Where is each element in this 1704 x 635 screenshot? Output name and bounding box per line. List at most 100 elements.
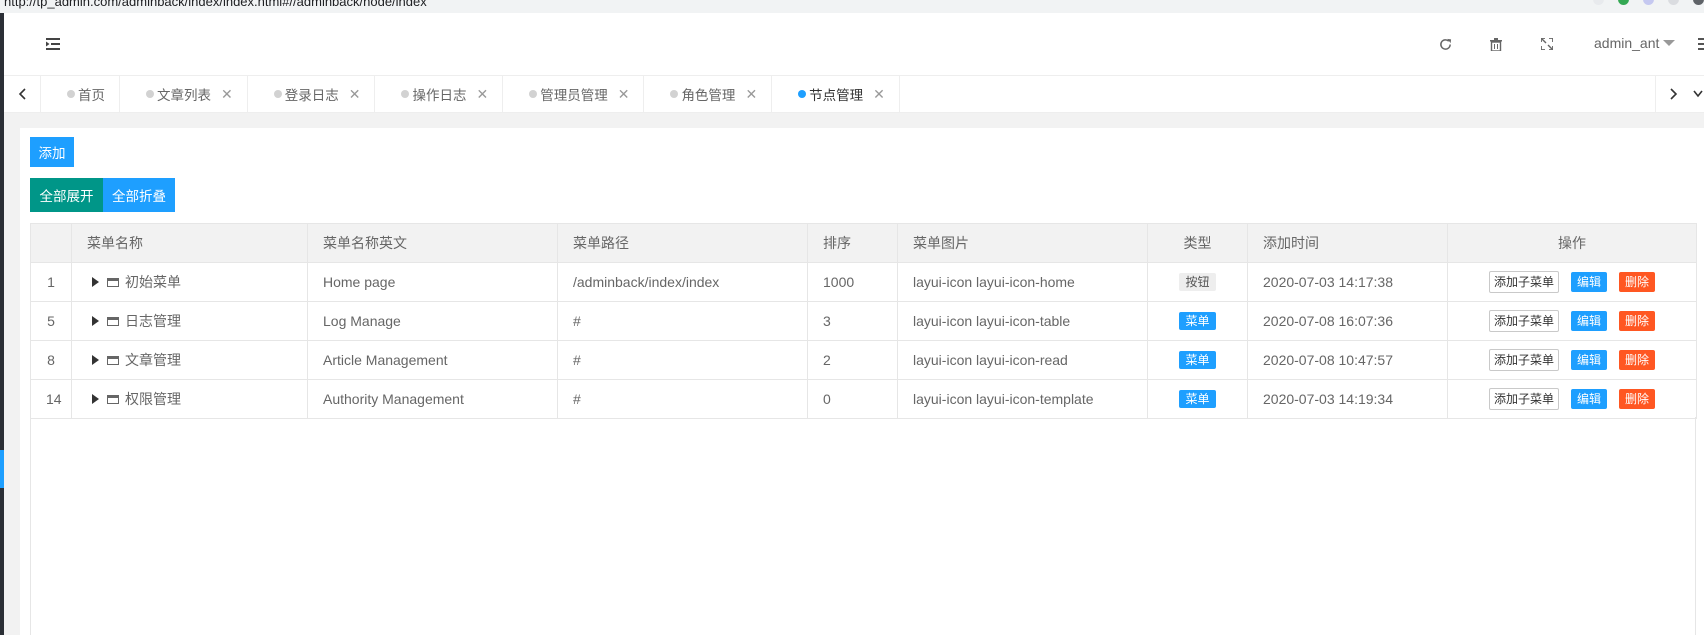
- node-table: 菜单名称 菜单名称英文 菜单路径 排序 菜单图片 类型 添加时间 操作 1 初始菜单 Home p…: [30, 223, 1697, 419]
- tab-label: 管理员管理: [540, 88, 608, 103]
- refresh-icon[interactable]: [1436, 35, 1454, 53]
- menu-path: #: [557, 301, 808, 341]
- menu-path: #: [557, 340, 808, 380]
- menu-name-cell: 初始菜单: [71, 262, 308, 302]
- top-header: admin_ant: [4, 13, 1704, 76]
- column-header: 操作: [1447, 223, 1697, 263]
- menu-icon-class: layui-icon layui-icon-read: [897, 340, 1148, 380]
- tab-status-dot-icon: [670, 90, 679, 98]
- created-time: 2020-07-08 16:07:36: [1247, 301, 1448, 341]
- expand-arrow-icon[interactable]: [92, 355, 99, 365]
- menu-icon-class: layui-icon layui-icon-template: [897, 379, 1148, 419]
- tab-status-dot-icon: [401, 90, 410, 98]
- tab-scroll-right-button[interactable]: [1655, 76, 1692, 112]
- menu-name-cell: 权限管理: [71, 379, 308, 419]
- type-badge: 菜单: [1179, 351, 1216, 369]
- menu-icon-class: layui-icon layui-icon-home: [897, 262, 1148, 302]
- tab-item[interactable]: 文章列表 ✕: [120, 76, 248, 112]
- menu-name: 权限管理: [125, 391, 181, 407]
- close-icon[interactable]: ✕: [349, 87, 361, 101]
- close-icon[interactable]: ✕: [745, 87, 757, 101]
- menu-fold-icon[interactable]: [44, 35, 62, 53]
- edit-button[interactable]: 编辑: [1570, 389, 1607, 409]
- delete-button[interactable]: 删除: [1619, 389, 1656, 409]
- more-icon[interactable]: [1692, 35, 1704, 53]
- tab-dropdown-button[interactable]: [1692, 76, 1704, 112]
- browser-url[interactable]: http://tp_admin.com/adminback/index/inde…: [4, 0, 427, 9]
- menu-sort: 0: [807, 379, 898, 419]
- edit-button[interactable]: 编辑: [1570, 311, 1607, 331]
- menu-path: #: [557, 379, 808, 419]
- tab-scroll-left-button[interactable]: [4, 76, 41, 112]
- expand-arrow-icon[interactable]: [92, 316, 99, 326]
- tab-label: 角色管理: [681, 88, 736, 103]
- table-row: 5 日志管理 Log Manage #3 layui-icon layui-icon-t…: [30, 301, 1697, 341]
- delete-button[interactable]: 删除: [1619, 350, 1656, 370]
- add-child-menu-button[interactable]: 添加子菜单: [1488, 310, 1559, 332]
- add-child-menu-button[interactable]: 添加子菜单: [1488, 349, 1559, 371]
- column-header: 排序: [807, 223, 898, 263]
- tab-item[interactable]: 操作日志 ✕: [375, 76, 504, 112]
- row-id: 1: [30, 262, 72, 302]
- table-empty-area: [30, 417, 1696, 635]
- fullscreen-icon[interactable]: [1538, 35, 1556, 53]
- type-cell: 菜单: [1147, 340, 1248, 380]
- column-header: 添加时间: [1247, 223, 1448, 263]
- close-icon[interactable]: ✕: [221, 87, 233, 101]
- close-icon[interactable]: ✕: [476, 87, 488, 101]
- column-header: 菜单名称: [71, 223, 308, 263]
- expand-arrow-icon[interactable]: [92, 277, 99, 287]
- table-row: 1 初始菜单 Home page/adminback/index/index 1000…: [30, 262, 1697, 302]
- user-menu[interactable]: admin_ant: [1594, 35, 1676, 51]
- edit-button[interactable]: 编辑: [1570, 272, 1607, 292]
- actions-cell: 添加子菜单 编辑 删除: [1447, 379, 1697, 419]
- tab-label: 操作日志: [412, 88, 467, 103]
- actions-cell: 添加子菜单 编辑 删除: [1447, 340, 1697, 380]
- browser-url-bar[interactable]: http://tp_admin.com/adminback/index/inde…: [0, 0, 1704, 13]
- table-row: 8 文章管理 Article Management #2 layui-icon layu…: [30, 340, 1697, 380]
- expand-arrow-icon[interactable]: [92, 394, 99, 404]
- tab-item[interactable]: 角色管理 ✕: [644, 76, 773, 112]
- row-id: 8: [30, 340, 72, 380]
- expand-all-button[interactable]: 全部展开: [30, 178, 103, 212]
- delete-button[interactable]: 删除: [1619, 311, 1656, 331]
- tab-label: 首页: [78, 88, 105, 103]
- column-header: [30, 223, 72, 263]
- tab-item[interactable]: 管理员管理 ✕: [503, 76, 645, 112]
- tab-item[interactable]: 首页: [41, 76, 120, 112]
- add-child-menu-button[interactable]: 添加子菜单: [1488, 388, 1559, 410]
- tab-label: 登录日志: [284, 88, 339, 103]
- type-badge: 菜单: [1179, 390, 1216, 408]
- column-header: 菜单名称英文: [307, 223, 558, 263]
- edit-button[interactable]: 编辑: [1570, 350, 1607, 370]
- close-icon[interactable]: ✕: [618, 87, 630, 101]
- delete-button[interactable]: 删除: [1619, 272, 1656, 292]
- chevron-left-icon: [18, 88, 26, 100]
- type-cell: 按钮: [1147, 262, 1248, 302]
- add-child-menu-button[interactable]: 添加子菜单: [1488, 271, 1559, 293]
- table-row: 14 权限管理 Authority Management #0 layui-icon l…: [30, 379, 1697, 419]
- trash-icon[interactable]: [1487, 35, 1505, 53]
- column-header: 类型: [1147, 223, 1248, 263]
- menu-sort: 1000: [807, 262, 898, 302]
- menu-name-en: Article Management: [307, 340, 558, 380]
- type-badge: 菜单: [1179, 312, 1216, 330]
- collapse-all-button[interactable]: 全部折叠: [103, 178, 175, 212]
- tab-status-dot-icon: [146, 90, 154, 98]
- column-header: 菜单路径: [557, 223, 808, 263]
- column-header: 菜单图片: [897, 223, 1148, 263]
- close-icon[interactable]: ✕: [873, 87, 885, 101]
- tab-list: 首页 文章列表 ✕ 登录日志 ✕ 操作日志 ✕ 管理员管理 ✕ 角色管理 ✕ 节点管理 ✕: [41, 76, 900, 112]
- actions-cell: 添加子菜单 编辑 删除: [1447, 262, 1697, 302]
- window-icon: [107, 316, 119, 326]
- chevron-down-icon: [1663, 40, 1676, 46]
- add-button[interactable]: 添加: [30, 137, 74, 167]
- tab-status-dot-icon: [67, 90, 75, 98]
- type-cell: 菜单: [1147, 379, 1248, 419]
- tab-item[interactable]: 节点管理 ✕: [772, 76, 900, 112]
- tab-item[interactable]: 登录日志 ✕: [248, 76, 376, 112]
- menu-name-en: Home page: [307, 262, 558, 302]
- created-time: 2020-07-03 14:17:38: [1247, 262, 1448, 302]
- table-header-row: 菜单名称 菜单名称英文 菜单路径 排序 菜单图片 类型 添加时间 操作: [30, 223, 1697, 263]
- menu-name-cell: 日志管理: [71, 301, 308, 341]
